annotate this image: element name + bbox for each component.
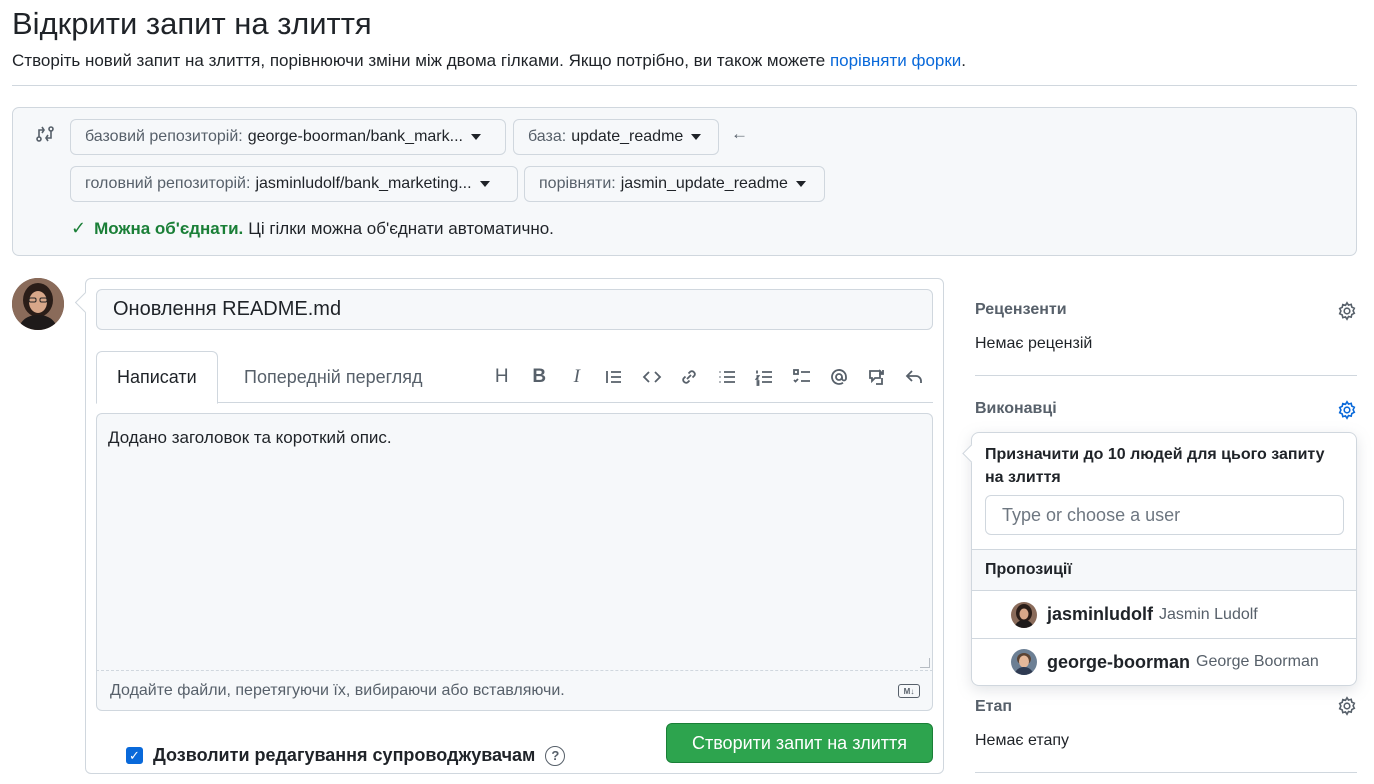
caret-down-icon [795, 181, 806, 187]
attach-files-bar[interactable]: Додайте файли, перетягуючи їх, вибираючи… [96, 671, 933, 711]
help-icon[interactable]: ? [545, 745, 566, 766]
suggested-user-george-boorman[interactable]: george-boorman George Boorman [972, 638, 1356, 685]
assignee-popup: Призначити до 10 людей для цього запиту … [971, 432, 1357, 686]
allow-maintainer-edits[interactable]: ✓ Дозволити редагування супроводжувачам … [126, 745, 566, 766]
tab-write[interactable]: Написати [96, 351, 218, 404]
mention-icon[interactable] [821, 361, 859, 393]
header-divider [12, 85, 1357, 86]
gear-icon[interactable] [1337, 400, 1357, 420]
link-icon[interactable] [671, 361, 709, 393]
heading-icon[interactable]: H [483, 361, 521, 393]
assignees-heading[interactable]: Виконавці [975, 400, 1057, 418]
milestone-value: Немає етапу [975, 732, 1070, 749]
allow-maintainer-edits-label: Дозволити редагування супроводжувачам [153, 745, 536, 765]
create-pull-request-button[interactable]: Створити запит на злиття [666, 723, 933, 763]
compare-branch-value: jasmin_update_readme [620, 175, 788, 192]
user-login: george-boorman [1047, 651, 1191, 672]
user-login: jasminludolf [1047, 604, 1154, 624]
bold-icon[interactable]: B [521, 361, 559, 393]
caret-down-icon [691, 134, 702, 140]
pr-title-input[interactable]: Оновлення README.md [96, 289, 933, 330]
pr-body-textarea[interactable]: Додано заголовок та короткий опис. [96, 413, 933, 671]
sidebar-divider [975, 772, 1357, 773]
caret-down-icon [470, 134, 481, 140]
tab-preview[interactable]: Попередній перегляд [224, 351, 443, 403]
compare-branch-label: порівняти: [539, 175, 616, 192]
base-branch-value: update_readme [571, 128, 684, 145]
head-repository-select[interactable]: головний репозиторій: jasminludolf/bank_… [70, 166, 518, 202]
bulleted-list-icon[interactable] [708, 361, 746, 393]
merge-status: ✓ Можна об'єднати. Ці гілки можна об'єдн… [71, 218, 554, 239]
page-title: Відкрити запит на злиття [12, 6, 372, 41]
markdown-toolbar: H B I [483, 361, 933, 393]
user-full-name: George Boorman [1196, 653, 1319, 670]
reviewers-heading[interactable]: Рецензенти [975, 301, 1067, 319]
base-branch-select[interactable]: база: update_readme [513, 119, 719, 155]
compare-box: базовий репозиторій: george-boorman/bank… [12, 107, 1357, 256]
editor-tabs: Написати Попередній перегляд H B I [96, 351, 933, 404]
milestone-heading[interactable]: Етап [975, 698, 1012, 716]
merge-status-ok: Можна об'єднати. [94, 218, 244, 238]
author-avatar[interactable] [12, 278, 64, 330]
base-repository-label: базовий репозиторій: [85, 128, 243, 145]
reviewers-value: Немає рецензій [975, 335, 1093, 352]
compare-forks-link[interactable]: порівняти форки [830, 51, 961, 70]
arrow-left-icon: ← [731, 124, 748, 143]
user-full-name: Jasmin Ludolf [1159, 605, 1258, 623]
page-subtitle-text: Створіть новий запит на злиття, порівнюю… [12, 51, 826, 70]
task-list-icon[interactable] [783, 361, 821, 393]
head-repository-label: головний репозиторій: [85, 175, 251, 192]
subtitle-end: . [961, 51, 967, 70]
resize-handle-icon[interactable] [920, 658, 930, 668]
compare-branch-select[interactable]: порівняти: jasmin_update_readme [524, 166, 825, 202]
page-subtitle: Створіть новий запит на злиття, порівнюю… [12, 51, 966, 71]
assignee-popup-title: Призначити до 10 людей для цього запиту … [985, 446, 1325, 486]
merge-status-text: Ці гілки можна об'єднати автоматично. [248, 218, 554, 238]
quote-icon[interactable] [596, 361, 634, 393]
suggestions-heading: Пропозиції [972, 549, 1356, 591]
gear-icon[interactable] [1337, 301, 1357, 321]
gear-icon[interactable] [1337, 696, 1357, 716]
caret-down-icon [479, 181, 490, 187]
pull-request-editor: Оновлення README.md Написати Попередній … [85, 278, 944, 774]
checkbox-checked-icon[interactable]: ✓ [126, 747, 143, 764]
cross-reference-icon[interactable] [858, 361, 896, 393]
code-icon[interactable] [633, 361, 671, 393]
head-repository-value: jasminludolf/bank_marketing... [255, 175, 472, 192]
sidebar-divider [975, 375, 1357, 376]
check-icon: ✓ [71, 218, 87, 238]
suggested-user-jasminludolf[interactable]: jasminludolf Jasmin Ludolf [972, 591, 1356, 638]
base-branch-label: база: [528, 128, 567, 145]
assignee-search-input[interactable]: Type or choose a user [985, 495, 1344, 535]
avatar [1011, 601, 1037, 628]
base-repository-value: george-boorman/bank_mark... [247, 128, 463, 145]
numbered-list-icon[interactable] [746, 361, 784, 393]
attach-files-text: Додайте файли, перетягуючи їх, вибираючи… [110, 681, 565, 699]
avatar [1011, 649, 1037, 675]
reply-icon[interactable] [896, 361, 934, 393]
markdown-icon[interactable]: M↓ [898, 684, 920, 698]
git-compare-icon [36, 126, 54, 142]
italic-icon[interactable]: I [558, 361, 596, 393]
pr-body-text: Додано заголовок та короткий опис. [108, 428, 392, 447]
base-repository-select[interactable]: базовий репозиторій: george-boorman/bank… [70, 119, 506, 155]
